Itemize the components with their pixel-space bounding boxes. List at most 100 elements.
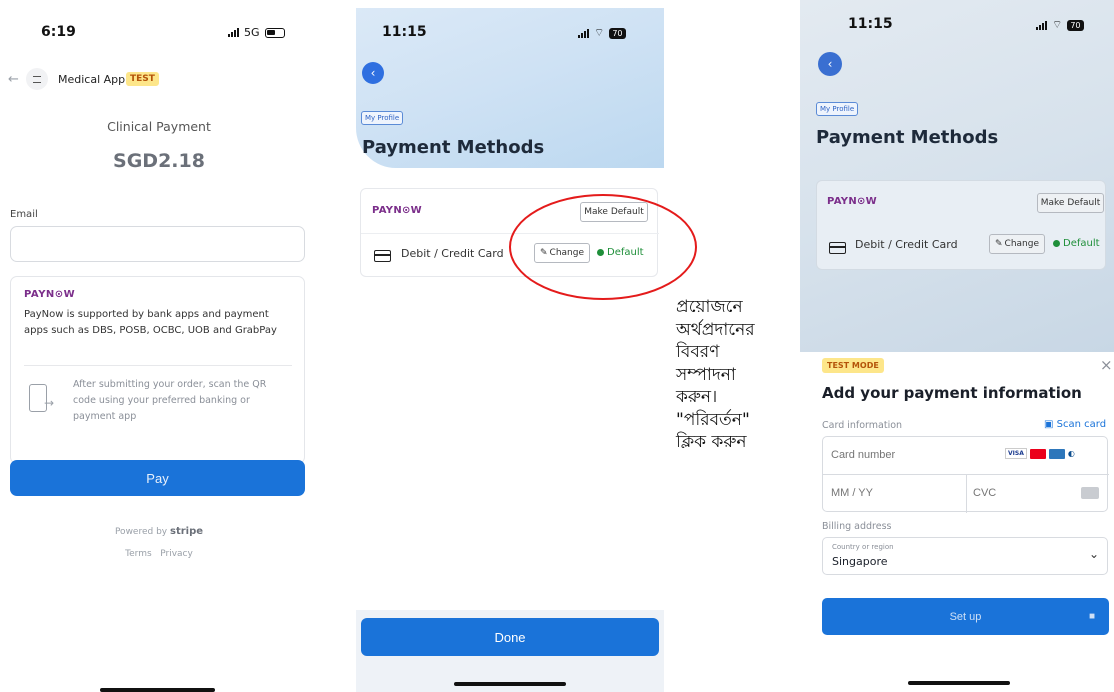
- billing-label: Billing address: [822, 521, 892, 532]
- status-time: 11:15: [848, 16, 893, 32]
- close-icon[interactable]: ×: [1100, 356, 1113, 374]
- chevron-left-icon: ‹: [827, 57, 833, 71]
- default-status: Default: [1053, 238, 1100, 249]
- cvc-input[interactable]: [973, 481, 1063, 505]
- expiry-input[interactable]: [831, 481, 956, 505]
- payment-sheet: TEST MODE × Add your payment information…: [800, 352, 1114, 692]
- default-label: Default: [1063, 238, 1100, 249]
- card-method-label: Debit / Credit Card: [855, 238, 958, 251]
- wifi-icon: ⌔: [1052, 18, 1063, 31]
- wifi-icon: ⌔: [594, 26, 605, 39]
- paynow-description: PayNow is supported by bank apps and pay…: [24, 309, 277, 336]
- terms-link[interactable]: Terms: [125, 549, 152, 559]
- lock-icon: ■: [1088, 611, 1095, 622]
- card-brand-icons: VISA ◐: [1005, 448, 1075, 459]
- setup-button[interactable]: Set up ■: [822, 598, 1109, 635]
- add-payment-screen: 11:15 ⌔ 70 ‹ My Profile Payment Methods …: [800, 0, 1114, 692]
- annotation-line: সম্পাদনা: [676, 364, 736, 385]
- signal-icon: [1036, 20, 1047, 30]
- pay-button[interactable]: Pay: [10, 460, 305, 496]
- annotation-line: করুন।: [676, 387, 718, 407]
- chevron-left-icon: ‹: [370, 66, 376, 80]
- pencil-icon: ✎: [994, 239, 1003, 249]
- back-arrow-icon[interactable]: ←: [8, 72, 19, 87]
- divider: [966, 474, 967, 513]
- card-method-label: Debit / Credit Card: [401, 247, 504, 260]
- annotation-line: ক্লিক করুন: [676, 432, 747, 452]
- amex-icon: [1048, 448, 1065, 459]
- battery-icon: 70: [609, 27, 626, 39]
- network-label: 5G: [244, 26, 260, 39]
- status-time: 6:19: [41, 24, 76, 40]
- highlight-ellipse: [509, 194, 697, 300]
- credit-card-icon: [829, 242, 846, 254]
- merchant-name: Medical App: [58, 73, 126, 86]
- scan-card-label: Scan card: [1056, 419, 1107, 430]
- change-label: Change: [1004, 239, 1039, 249]
- camera-icon: ▣: [1044, 419, 1054, 430]
- signal-icon: [578, 28, 589, 38]
- test-mode-badge: TEST MODE: [822, 358, 884, 373]
- footer-links: Terms Privacy: [0, 549, 318, 559]
- change-button[interactable]: ✎ Change: [989, 234, 1045, 254]
- checkout-screen: 6:19 5G ← Medical App TEST Clinical Paym…: [0, 0, 318, 692]
- check-dot-icon: [1053, 240, 1060, 247]
- sheet-title: Add your payment information: [822, 384, 1082, 402]
- divider: [24, 365, 292, 366]
- country-label: Country or region: [832, 543, 894, 551]
- diners-icon: ◐: [1067, 449, 1075, 458]
- country-value: Singapore: [832, 555, 888, 568]
- home-indicator: [100, 688, 215, 692]
- instruction-annotation: প্রয়োজনে অর্থপ্রদানের বিবরণ সম্পাদনা কর…: [676, 296, 755, 454]
- stripe-logo: stripe: [170, 526, 204, 537]
- payment-amount: SGD2.18: [113, 150, 205, 172]
- status-icons: ⌔ 70: [1036, 18, 1084, 32]
- powered-by-text: Powered by: [114, 527, 168, 537]
- page-title: Payment Methods: [362, 137, 545, 158]
- mastercard-icon: [1029, 448, 1046, 459]
- paynow-logo: PAYN⊙W: [827, 196, 878, 207]
- dimmed-background: [800, 0, 1114, 352]
- paynow-logo: PAYN⊙W: [24, 289, 76, 300]
- home-indicator: [454, 682, 566, 686]
- back-button[interactable]: ‹: [818, 52, 842, 76]
- paynow-panel[interactable]: PAYN⊙W PayNow is supported by bank apps …: [10, 276, 305, 464]
- powered-by: Powered by stripe: [0, 526, 318, 537]
- email-label: Email: [10, 209, 38, 220]
- make-default-button[interactable]: Make Default: [1037, 193, 1104, 213]
- battery-icon: [264, 27, 285, 38]
- battery-icon: 70: [1067, 19, 1084, 31]
- card-fields: VISA ◐: [822, 436, 1109, 513]
- payment-methods-screen: 11:15 ⌔ 70 ‹ My Profile Payment Methods …: [356, 0, 664, 692]
- payment-methods-card: PAYN⊙W Make Default Debit / Credit Card …: [816, 180, 1106, 270]
- payment-title: Clinical Payment: [107, 119, 211, 134]
- status-time: 11:15: [382, 24, 427, 40]
- credit-card-icon: [374, 250, 391, 262]
- qr-instruction: After submitting your order, scan the QR…: [73, 379, 267, 422]
- annotation-line: অর্থপ্রদানের: [676, 319, 755, 340]
- visa-icon: VISA: [1005, 448, 1027, 459]
- privacy-link[interactable]: Privacy: [160, 549, 193, 559]
- signal-icon: [228, 28, 239, 37]
- breadcrumb-my-profile[interactable]: My Profile: [816, 102, 859, 116]
- back-button[interactable]: ‹: [362, 62, 384, 84]
- status-icons: ⌔ 70: [578, 26, 626, 40]
- card-info-label: Card information: [822, 420, 903, 431]
- page-title: Payment Methods: [816, 127, 999, 148]
- annotation-line: বিবরণ: [676, 342, 720, 362]
- phone-scan-icon: →: [29, 384, 54, 412]
- country-select[interactable]: Country or region Singapore ⌄: [822, 537, 1108, 575]
- email-input[interactable]: [10, 226, 305, 262]
- home-indicator: [908, 681, 1010, 685]
- test-badge: TEST: [126, 72, 159, 86]
- merchant-icon: [26, 68, 48, 90]
- paynow-logo: PAYN⊙W: [372, 205, 423, 216]
- done-button[interactable]: Done: [361, 618, 659, 656]
- setup-label: Set up: [949, 610, 982, 623]
- card-number-input[interactable]: [831, 443, 1001, 467]
- annotation-line: "পরিবর্তন": [676, 409, 750, 430]
- scan-card-link[interactable]: ▣ Scan card: [1044, 419, 1106, 430]
- breadcrumb-my-profile[interactable]: My Profile: [361, 111, 404, 125]
- status-icons: 5G: [228, 26, 285, 39]
- chevron-down-icon: ⌄: [1089, 547, 1100, 561]
